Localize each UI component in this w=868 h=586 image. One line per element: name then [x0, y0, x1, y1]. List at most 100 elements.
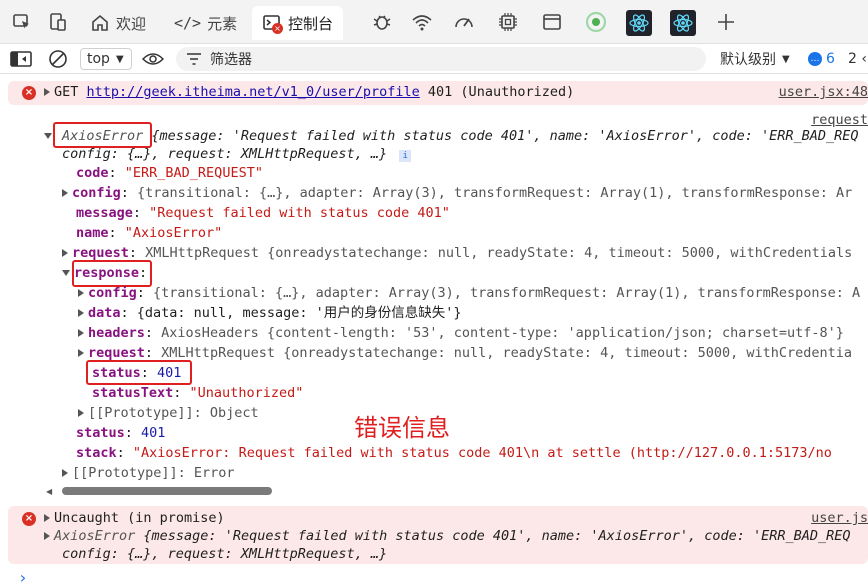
add-panel-icon[interactable]: [714, 10, 738, 34]
live-expression-eye-icon[interactable]: [142, 48, 164, 70]
uncaught-preview-line2: config: {…}, request: XMLHttpRequest, …}: [62, 546, 388, 562]
prop-key: statusText: [92, 385, 174, 401]
prop-request[interactable]: request: XMLHttpRequest {onreadystatecha…: [62, 243, 852, 263]
device-toolbar-icon[interactable]: [46, 10, 70, 34]
prop-key: message: [76, 205, 133, 221]
axios-error-type: AxiosError: [54, 528, 136, 544]
expand-triangle-icon[interactable]: [78, 289, 84, 297]
network-wifi-icon[interactable]: [410, 10, 434, 34]
react-components-icon[interactable]: [626, 10, 652, 36]
resp-config[interactable]: config: {transitional: {…}, adapter: Arr…: [78, 283, 860, 303]
console-output: × GET http://geek.itheima.net/v1_0/user/…: [0, 74, 868, 586]
uncaught-title-text: Uncaught (in promise): [54, 510, 225, 526]
tab-elements[interactable]: </> 元素: [174, 6, 237, 40]
uncaught-title[interactable]: Uncaught (in promise): [44, 508, 225, 528]
clear-console-icon[interactable]: [48, 48, 68, 70]
error-icon: ×: [22, 86, 36, 100]
prop-key: code: [76, 165, 109, 181]
axios-error-preview: {message: 'Request failed with status co…: [143, 128, 859, 144]
prop-value: XMLHttpRequest {onreadystatechange: null…: [161, 345, 853, 361]
performance-gauge-icon[interactable]: [452, 10, 476, 34]
horizontal-scrollbar[interactable]: ◀: [44, 486, 864, 496]
extension-circle-icon[interactable]: [584, 10, 608, 34]
source-link-user-js[interactable]: user.js: [811, 508, 868, 528]
prop-name: name: "AxiosError": [76, 225, 223, 241]
prop-status: status: 401: [76, 425, 166, 441]
prop-config[interactable]: config: {transitional: {…}, adapter: Arr…: [62, 183, 852, 203]
http-method: GET: [54, 84, 79, 100]
expand-triangle-icon[interactable]: [62, 189, 68, 197]
expand-triangle-icon[interactable]: [62, 469, 68, 477]
bug-icon[interactable]: [370, 10, 394, 34]
error-get-line[interactable]: GET http://geek.itheima.net/v1_0/user/pr…: [44, 82, 574, 102]
issues-chat-icon: …: [808, 52, 822, 66]
request-url-link[interactable]: http://geek.itheima.net/v1_0/user/profil…: [87, 84, 420, 100]
tab-console[interactable]: × 控制台: [252, 6, 344, 40]
tab-elements-label: 元素: [207, 14, 238, 33]
expand-triangle-icon[interactable]: [44, 514, 50, 522]
axios-error-preview-line2: config: {…}, request: XMLHttpRequest, …}…: [62, 144, 412, 164]
react-profiler-icon[interactable]: [670, 10, 696, 36]
uncaught-preview[interactable]: AxiosError {message: 'Request failed wit…: [44, 526, 851, 546]
error-badge-icon: ×: [272, 23, 283, 34]
resp-request[interactable]: request: XMLHttpRequest {onreadystatecha…: [78, 343, 852, 363]
axios-error-summary[interactable]: AxiosError {message: 'Request failed wit…: [44, 126, 859, 146]
expand-triangle-icon[interactable]: [78, 309, 84, 317]
code-icon: </>: [174, 14, 202, 32]
prop-key: status: [76, 425, 125, 441]
application-panel-icon[interactable]: [540, 10, 564, 34]
expand-triangle-icon[interactable]: [44, 532, 50, 540]
prop-key: config: [88, 285, 137, 301]
resp-data[interactable]: data: {data: null, message: '用户的身份信息缺失'}: [78, 303, 461, 323]
expand-triangle-icon[interactable]: [78, 409, 84, 417]
info-icon[interactable]: i: [399, 150, 412, 162]
prop-value: XMLHttpRequest {onreadystatechange: null…: [145, 245, 853, 261]
scrollbar-thumb[interactable]: [62, 487, 272, 495]
tab-welcome-label: 欢迎: [116, 14, 147, 33]
expand-triangle-icon[interactable]: [44, 88, 50, 96]
filter-placeholder: 筛选器: [210, 52, 252, 68]
prop-prototype[interactable]: [[Prototype]]: Error: [62, 463, 235, 483]
source-link-user-jsx[interactable]: user.jsx:48: [779, 82, 868, 102]
collapse-triangle-icon[interactable]: [44, 133, 52, 139]
sidebar-toggle-icon[interactable]: [10, 48, 32, 70]
prop-value: AxiosHeaders {content-length: '53', cont…: [161, 325, 844, 341]
prop-key: data: [88, 305, 121, 321]
issues-counter[interactable]: … 6: [808, 48, 835, 70]
filter-input[interactable]: 筛选器: [176, 47, 706, 71]
scroll-left-icon[interactable]: ◀: [46, 487, 52, 496]
context-selector-label: top: [87, 51, 110, 67]
devtools-tab-bar: 欢迎 </> 元素 × 控制台: [0, 0, 868, 44]
expand-triangle-icon[interactable]: [78, 349, 84, 357]
prop-value: [[Prototype]]: Error: [72, 465, 235, 481]
filter-icon: [187, 53, 201, 65]
axios-error-preview: {message: 'Request failed with status co…: [135, 528, 851, 544]
expand-triangle-icon[interactable]: [78, 329, 84, 337]
expand-triangle-icon[interactable]: [62, 249, 68, 257]
prop-value: "AxiosError": [124, 225, 223, 241]
prop-message: message: "Request failed with status cod…: [76, 205, 450, 221]
chevron-down-icon: ▼: [115, 53, 124, 65]
prop-code: code: "ERR_BAD_REQUEST": [76, 165, 263, 181]
prop-value: "Request failed with status code 401": [149, 205, 450, 221]
console-prompt[interactable]: ›: [18, 568, 28, 586]
log-levels-label: 默认级别: [720, 52, 776, 68]
prop-key: request: [88, 345, 145, 361]
overflow-counter-label: 2 ‹: [848, 51, 867, 67]
inspect-element-icon[interactable]: [10, 10, 34, 34]
collapse-triangle-icon[interactable]: [62, 270, 70, 276]
overflow-counter[interactable]: 2 ‹: [848, 48, 867, 70]
context-selector[interactable]: top ▼: [80, 48, 132, 70]
error-icon: ×: [22, 512, 36, 526]
home-icon: [92, 14, 108, 31]
tab-welcome[interactable]: 欢迎: [90, 6, 146, 40]
resp-headers[interactable]: headers: AxiosHeaders {content-length: '…: [78, 323, 844, 343]
memory-chip-icon[interactable]: [496, 10, 520, 34]
http-status: 401 (Unauthorized): [427, 84, 575, 100]
resp-prototype[interactable]: [[Prototype]]: Object: [78, 403, 259, 423]
log-levels-dropdown[interactable]: 默认级别 ▼: [720, 48, 790, 70]
prop-value: [[Prototype]]: Object: [88, 405, 259, 421]
prop-key: request: [72, 245, 129, 261]
resp-status-text: statusText: "Unauthorized": [92, 385, 304, 401]
prop-key: stack: [76, 445, 117, 461]
